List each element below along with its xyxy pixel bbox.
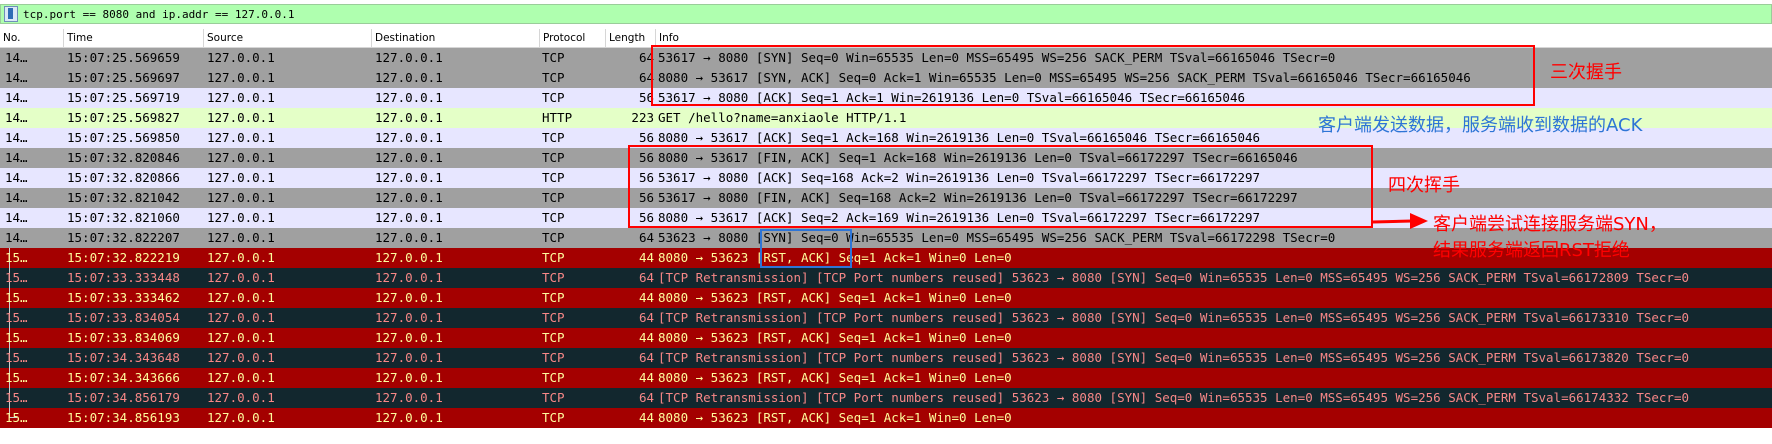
annotation-arrow <box>1372 213 1428 229</box>
